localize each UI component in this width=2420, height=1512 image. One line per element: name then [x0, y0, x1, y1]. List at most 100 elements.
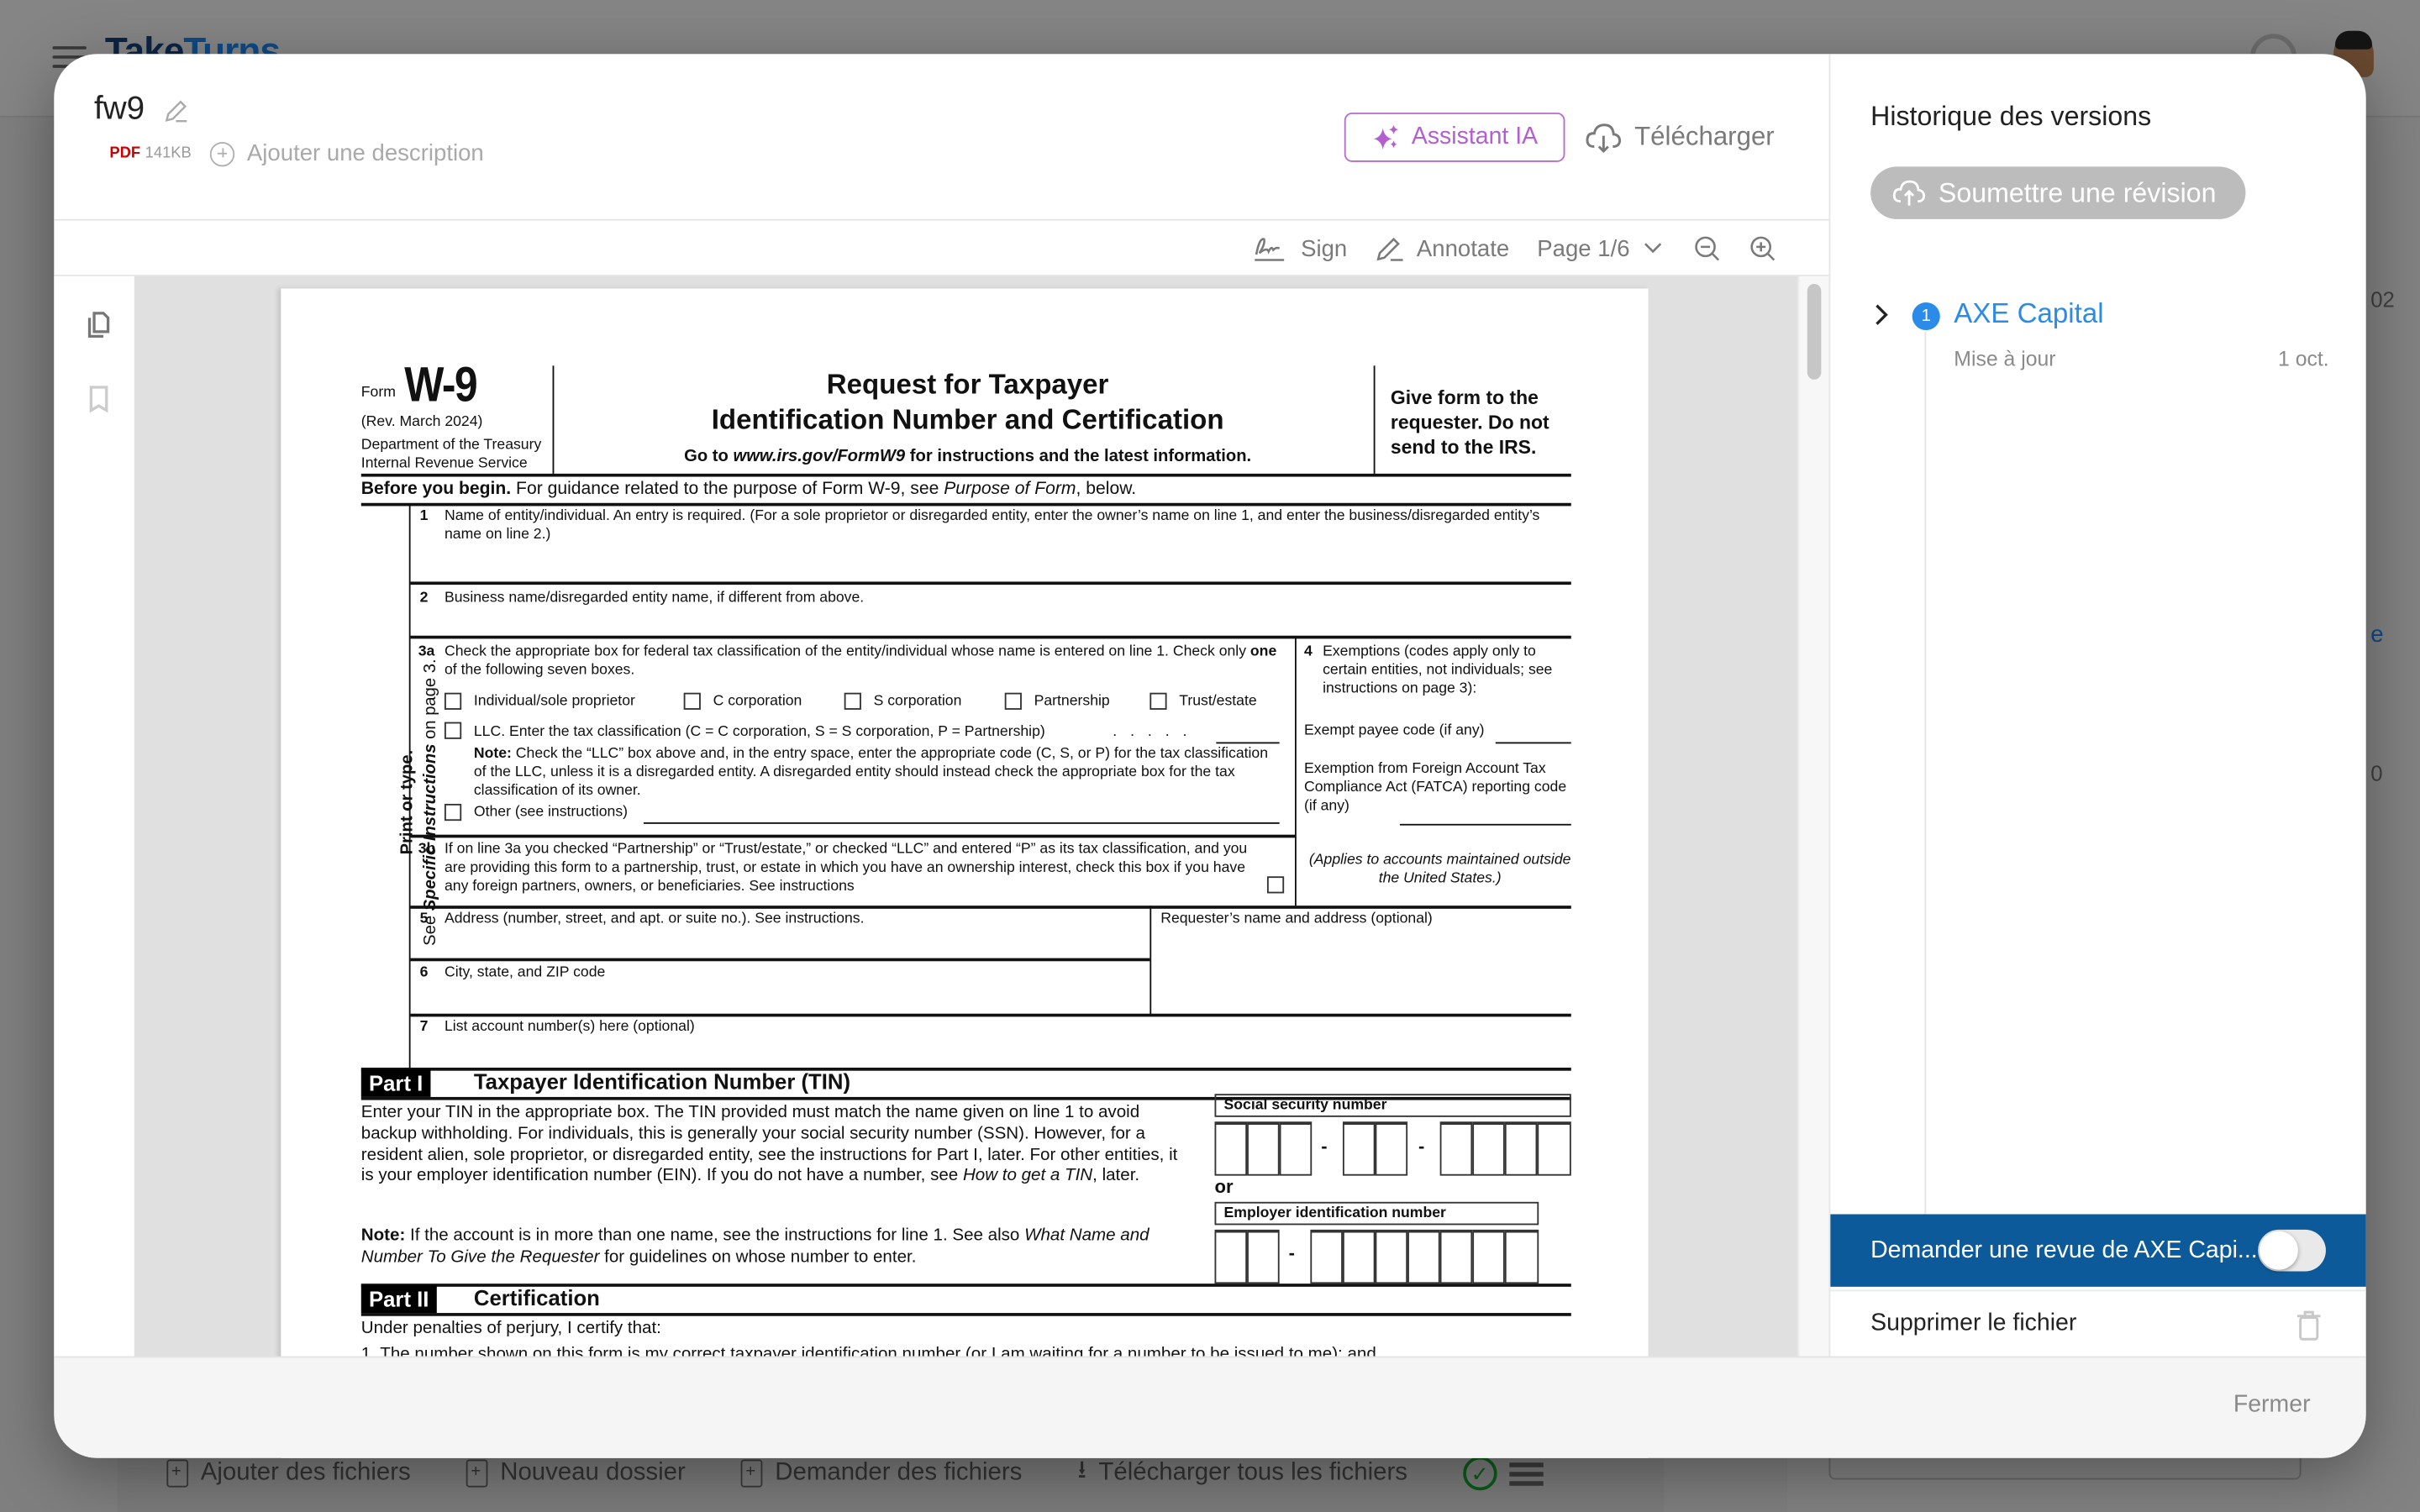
part-1-title: Taxpayer Identification Number (TIN) [473, 1068, 851, 1095]
toggle-knob [2259, 1231, 2298, 1270]
add-files-button[interactable]: Ajouter des fichiers [166, 1459, 411, 1488]
request-review-row[interactable]: Demander une revue de AXE Capi... [1830, 1214, 2366, 1287]
check-circle-icon[interactable]: ✓ [1463, 1456, 1497, 1491]
ssn-label: Social security number [1214, 1094, 1571, 1117]
action-label: Nouveau dossier [500, 1459, 686, 1486]
form-dept: Department of the Treasury [360, 436, 542, 454]
pencil-edit-icon[interactable] [162, 97, 190, 125]
download-label: Télécharger [1634, 122, 1775, 151]
other-label: Other (see instructions) [473, 803, 629, 822]
checkbox-llc[interactable] [444, 722, 462, 739]
line-number: 5 [419, 910, 429, 927]
pages-thumbnails-icon[interactable] [85, 310, 113, 341]
cloud-download-icon: ⭳ [1077, 1457, 1086, 1484]
chevron-down-icon [1644, 243, 1662, 254]
leader-dots: . . . . . [1113, 723, 1192, 741]
file-preview-modal: fw9 PDF 141KB Ajouter une description As… [54, 54, 2366, 1458]
peek-text: 0 [2370, 760, 2383, 785]
trash-icon[interactable] [2296, 1310, 2321, 1341]
ein-label: Employer identification number [1214, 1201, 1539, 1226]
bookmark-icon[interactable] [85, 384, 113, 415]
zoom-out-icon[interactable] [1693, 234, 1721, 262]
checkbox-label: S corporation [873, 692, 962, 710]
checkbox-individual[interactable] [444, 692, 462, 710]
download-all-button[interactable]: ⭳ Télécharger tous les fichiers [1077, 1452, 1407, 1494]
new-folder-button[interactable]: Nouveau dossier [466, 1459, 686, 1488]
line-number: 7 [419, 1018, 429, 1036]
download-button[interactable]: Télécharger [1585, 116, 1775, 159]
delete-file-label: Supprimer le fichier [1870, 1310, 2077, 1336]
cloud-upload-icon [1892, 180, 1926, 206]
checkbox-label: C corporation [713, 692, 802, 710]
ssn-dash: - [1321, 1135, 1328, 1158]
file-meta: PDF 141KB Ajouter une description [109, 140, 483, 166]
viewer-scrollbar[interactable] [1797, 276, 1829, 1357]
assistant-ia-button[interactable]: Assistant IA [1344, 113, 1565, 162]
request-files-icon [740, 1459, 763, 1488]
line-number: 1 [419, 507, 429, 525]
annotate-label: Annotate [1416, 235, 1510, 262]
sign-button[interactable]: Sign [1253, 234, 1347, 262]
pencil-icon [1376, 237, 1403, 261]
assistant-label: Assistant IA [1411, 123, 1539, 150]
form-word: Form [360, 384, 396, 402]
irs-link[interactable]: www.irs.gov/FormW9 [733, 448, 905, 466]
request-files-button[interactable]: Demander des fichiers [740, 1459, 1023, 1488]
checkbox-s-corp[interactable] [844, 692, 861, 710]
file-name: fw9 [94, 91, 145, 127]
form-name: W-9 [404, 356, 477, 412]
checkbox-trust[interactable] [1150, 692, 1167, 710]
modal-footer: Fermer [54, 1356, 2366, 1458]
version-author[interactable]: AXE Capital [1954, 297, 2103, 330]
line-3a-label: Check the appropriate box for federal ta… [444, 643, 1277, 680]
add-description-label: Ajouter une description [246, 140, 484, 167]
checkbox-other[interactable] [444, 803, 462, 822]
line-7-label: List account number(s) here (optional) [444, 1018, 695, 1036]
sign-label: Sign [1301, 235, 1348, 262]
checkbox-c-corp[interactable] [683, 692, 701, 710]
version-number-badge: 1 [1912, 302, 1940, 331]
perjury-statement: Under penalties of perjury, I certify th… [360, 1319, 661, 1338]
close-button[interactable]: Fermer [2233, 1392, 2311, 1420]
page-indicator: Page 1/6 [1537, 235, 1630, 262]
checkbox-label: Partnership [1034, 692, 1110, 710]
action-label: Télécharger tous les fichiers [1098, 1459, 1407, 1486]
ein-dash: - [1288, 1242, 1296, 1264]
form-goto-line: Go to www.irs.gov/FormW9 for instruction… [684, 447, 1252, 466]
modal-header: fw9 PDF 141KB Ajouter une description As… [54, 54, 1829, 221]
version-status: Mise à jour [1954, 347, 2056, 370]
status-controls: ✓ [1463, 1456, 1544, 1491]
add-description-button[interactable]: Ajouter une description [209, 140, 484, 167]
line-2-label: Business name/disregarded entity name, i… [444, 589, 865, 606]
list-view-icon[interactable] [1509, 1457, 1544, 1490]
viewer-scrollbar-thumb[interactable] [1807, 283, 1822, 380]
version-timeline-line [1924, 331, 1927, 1215]
viewer-main: fw9 PDF 141KB Ajouter une description As… [54, 54, 1829, 1458]
annotate-button[interactable]: Annotate [1375, 234, 1509, 262]
checkbox-foreign-partners[interactable] [1266, 876, 1285, 894]
plus-circle-icon [209, 141, 235, 166]
fatca-label: Exemption from Foreign Account Tax Compl… [1304, 760, 1567, 815]
request-review-toggle[interactable] [2258, 1229, 2326, 1272]
file-size: 141KB [145, 144, 192, 162]
form-title-line-1: Request for Taxpayer [826, 368, 1109, 400]
checkbox-label: Individual/sole proprietor [473, 692, 635, 710]
submit-revision-button[interactable]: Soumettre une révision [1870, 166, 2246, 219]
form-title-line-2: Identification Number and Certification [711, 404, 1224, 435]
submit-revision-label: Soumettre une révision [1938, 176, 2217, 208]
line-number: 3b [418, 841, 436, 858]
line-6-label: City, state, and ZIP code [444, 963, 606, 982]
zoom-in-icon[interactable] [1749, 234, 1776, 262]
viewer-sidebar [54, 276, 134, 1357]
action-label: Ajouter des fichiers [200, 1459, 411, 1486]
version-date: 1 oct. [2278, 347, 2329, 370]
chevron-right-icon[interactable] [1874, 304, 1889, 330]
page-selector[interactable]: Page 1/6 [1537, 235, 1665, 261]
requester-label: Requester’s name and address (optional) [1160, 910, 1433, 927]
checkbox-partnership[interactable] [1004, 692, 1022, 710]
action-label: Demander des fichiers [775, 1459, 1023, 1486]
pdf-toolbar: Sign Annotate Page 1/6 [54, 221, 1829, 276]
exempt-payee-label: Exempt payee code (if any) [1304, 722, 1485, 739]
part-2-tag: Part II [360, 1284, 437, 1314]
delete-file-row[interactable]: Supprimer le fichier [1830, 1289, 2366, 1357]
